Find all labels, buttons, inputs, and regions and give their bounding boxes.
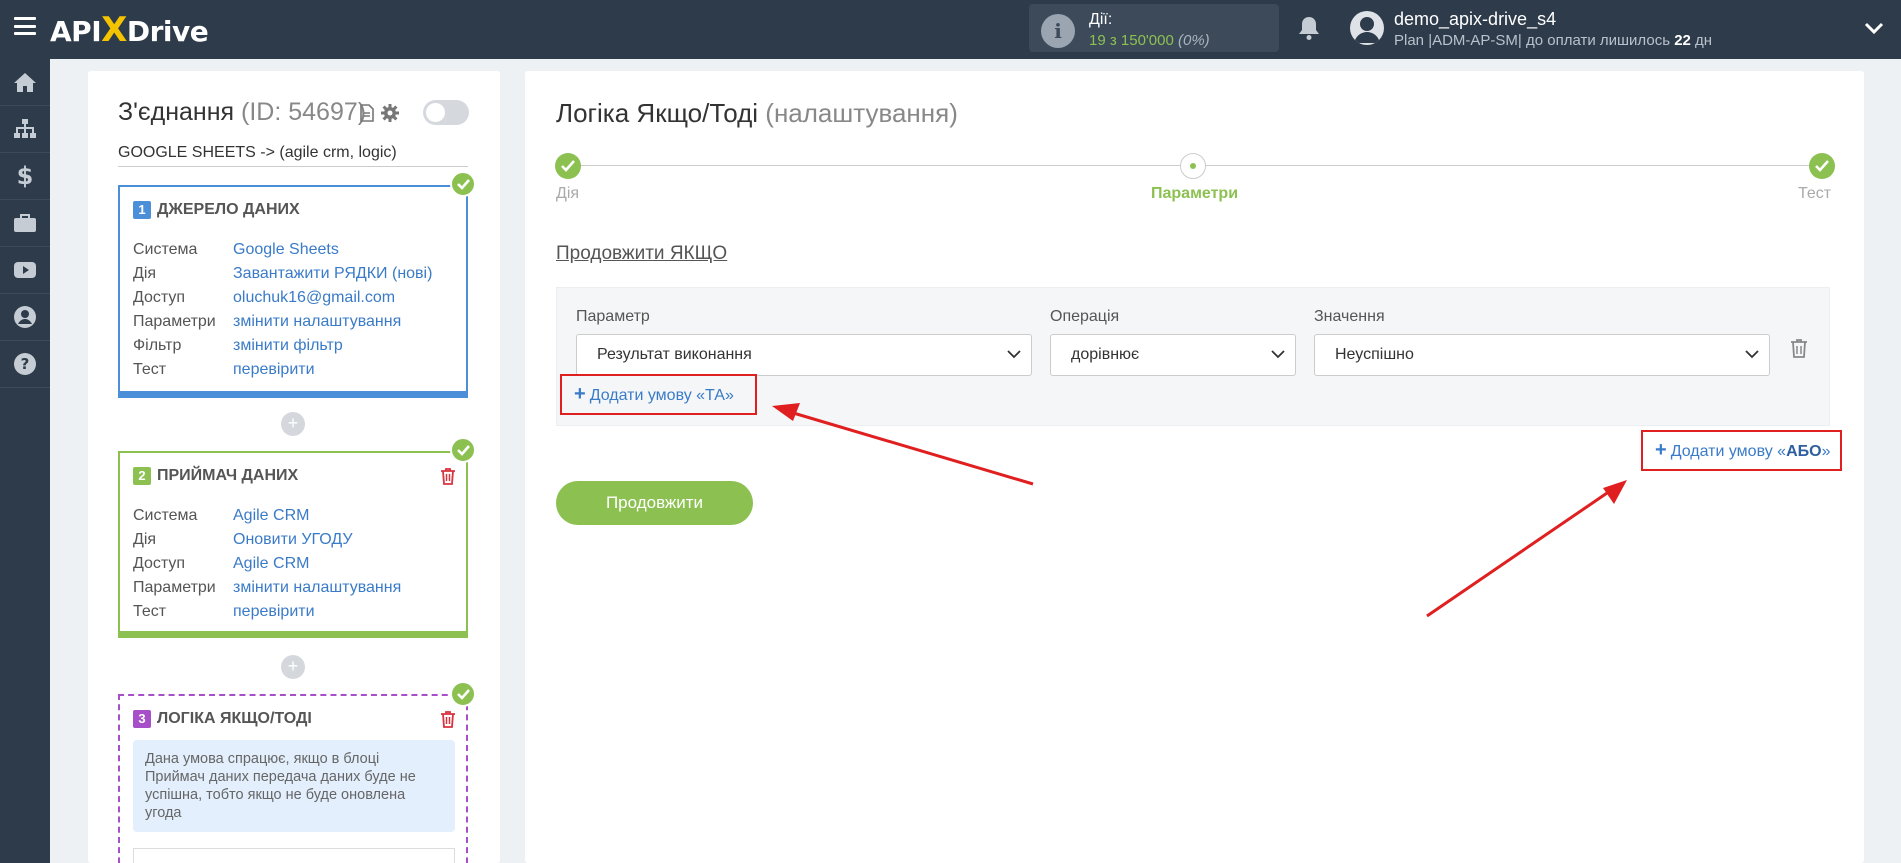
- connection-panel: З'єднання (ID: 54697) GOOGLE SHEETS -> (…: [88, 71, 500, 863]
- sidebar: $ ?: [0, 59, 50, 863]
- receiver-system-link[interactable]: Agile CRM: [233, 507, 309, 531]
- chevron-down-icon: [1007, 350, 1021, 359]
- settings-panel: Логіка Якщо/Тоді (налаштування) Дія Пара…: [525, 71, 1864, 863]
- connection-toggle[interactable]: [423, 100, 469, 125]
- block-row: Система Google Sheets: [133, 241, 432, 265]
- section-title: Продовжити ЯКЩО: [556, 243, 728, 264]
- param-select[interactable]: Результат виконання: [576, 334, 1032, 376]
- logic-block[interactable]: 3 ЛОГІКА ЯКЩО/ТОДІ Дана умова спрацює, як…: [118, 694, 468, 863]
- help-icon[interactable]: ?: [0, 341, 50, 388]
- youtube-icon[interactable]: [0, 247, 50, 294]
- block-row: Доступ Agile CRM: [133, 555, 401, 579]
- block-row: Параметри змінити налаштування: [133, 579, 401, 603]
- sitemap-icon[interactable]: [0, 106, 50, 153]
- source-params-link[interactable]: змінити налаштування: [233, 313, 401, 337]
- chevron-down-icon[interactable]: [1864, 21, 1884, 35]
- block-row: Тест перевірити: [133, 361, 432, 385]
- block-row: Дія Завантажити РЯДКИ (нові): [133, 265, 432, 289]
- receiver-block[interactable]: 2 ПРИЙМАЧ ДАНИХ Система Agile CRM Дія Онови…: [118, 451, 468, 638]
- actions-counter[interactable]: i Дії: 19 з 150'000 (0%): [1029, 4, 1279, 52]
- plan-info: Plan |ADM-AP-SM| до оплати лишилось 22 д…: [1394, 32, 1713, 49]
- info-icon: i: [1041, 14, 1075, 48]
- user-name[interactable]: demo_apix-drive_s4: [1394, 9, 1556, 30]
- connection-subtitle: GOOGLE SHEETS -> (agile crm, logic): [118, 144, 468, 167]
- check-icon: [450, 171, 476, 197]
- param-label: Параметр: [576, 308, 650, 325]
- actions-label: Дії:: [1089, 11, 1113, 28]
- check-icon: [450, 437, 476, 463]
- block-header: 2 ПРИЙМАЧ ДАНИХ: [133, 467, 298, 485]
- operation-select[interactable]: дорівнює: [1050, 334, 1296, 376]
- source-access-link[interactable]: oluchuk16@gmail.com: [233, 289, 395, 313]
- home-icon[interactable]: [0, 59, 50, 106]
- value-select[interactable]: Неуспішно: [1314, 334, 1770, 376]
- connection-title: З'єднання (ID: 54697): [118, 98, 367, 126]
- block-row: Тест перевірити: [133, 603, 401, 627]
- receiver-access-link[interactable]: Agile CRM: [233, 555, 309, 579]
- block-row: Параметри змінити налаштування: [133, 313, 432, 337]
- check-icon: [450, 681, 476, 707]
- step-current-icon[interactable]: [1180, 153, 1206, 179]
- add-or-condition-button[interactable]: + Додати умову «АБО»: [1641, 430, 1842, 471]
- trash-icon[interactable]: [440, 710, 456, 728]
- step-done-icon[interactable]: [1809, 153, 1835, 179]
- source-filter-link[interactable]: змінити фільтр: [233, 337, 343, 361]
- trash-icon[interactable]: [440, 467, 456, 485]
- block-header: 1 ДЖЕРЕЛО ДАНИХ: [133, 201, 300, 219]
- source-system-link[interactable]: Google Sheets: [233, 241, 339, 265]
- block-row: Система Agile CRM: [133, 507, 401, 531]
- briefcase-icon[interactable]: [0, 200, 50, 247]
- add-and-condition-button[interactable]: + Додати умову «ТА»: [560, 374, 757, 415]
- value-label: Значення: [1314, 308, 1385, 325]
- gear-icon[interactable]: [380, 103, 400, 123]
- step-label-action[interactable]: Дія: [556, 185, 579, 203]
- continue-button[interactable]: Продовжити: [556, 481, 753, 525]
- dollar-icon[interactable]: $: [0, 153, 50, 200]
- condition-group: Параметр Результат виконання Операція до…: [556, 287, 1830, 426]
- apix-drive-logo[interactable]: APIXDrive: [50, 10, 209, 50]
- step-label-test[interactable]: Тест: [1798, 185, 1831, 203]
- chevron-down-icon: [1745, 350, 1759, 359]
- step-label-params[interactable]: Параметри: [1151, 185, 1238, 203]
- operation-label: Операція: [1050, 308, 1120, 325]
- add-block-button[interactable]: +: [281, 655, 305, 679]
- document-icon[interactable]: [360, 104, 374, 122]
- source-action-link[interactable]: Завантажити РЯДКИ (нові): [233, 265, 432, 289]
- block-row: Дія Оновити УГОДУ: [133, 531, 401, 555]
- user-circle-icon[interactable]: [0, 294, 50, 341]
- receiver-action-link[interactable]: Оновити УГОДУ: [233, 531, 353, 555]
- bell-icon[interactable]: [1297, 15, 1321, 41]
- avatar[interactable]: [1350, 11, 1384, 45]
- block-row: Фільтр змінити фільтр: [133, 337, 432, 361]
- top-bar: APIXDrive i Дії: 19 з 150'000 (0%) demo_…: [0, 0, 1901, 59]
- chevron-down-icon: [1271, 350, 1285, 359]
- svg-text:?: ?: [21, 355, 30, 373]
- source-test-link[interactable]: перевірити: [233, 361, 315, 385]
- block-row: Доступ oluchuk16@gmail.com: [133, 289, 432, 313]
- receiver-params-link[interactable]: змінити налаштування: [233, 579, 401, 603]
- source-block[interactable]: 1 ДЖЕРЕЛО ДАНИХ Система Google Sheets Дія З…: [118, 185, 468, 398]
- logic-note: Дана умова спрацює, якщо в блоці Приймач…: [133, 740, 455, 832]
- actions-count: 19 з 150'000 (0%): [1089, 32, 1210, 49]
- add-block-button[interactable]: +: [281, 412, 305, 436]
- trash-icon[interactable]: [1790, 338, 1808, 358]
- logic-content: [133, 848, 455, 863]
- step-done-icon[interactable]: [555, 153, 581, 179]
- page-title: Логіка Якщо/Тоді (налаштування): [556, 98, 958, 128]
- menu-icon[interactable]: [14, 17, 36, 35]
- block-header: 3 ЛОГІКА ЯКЩО/ТОДІ: [133, 710, 312, 728]
- receiver-test-link[interactable]: перевірити: [233, 603, 315, 627]
